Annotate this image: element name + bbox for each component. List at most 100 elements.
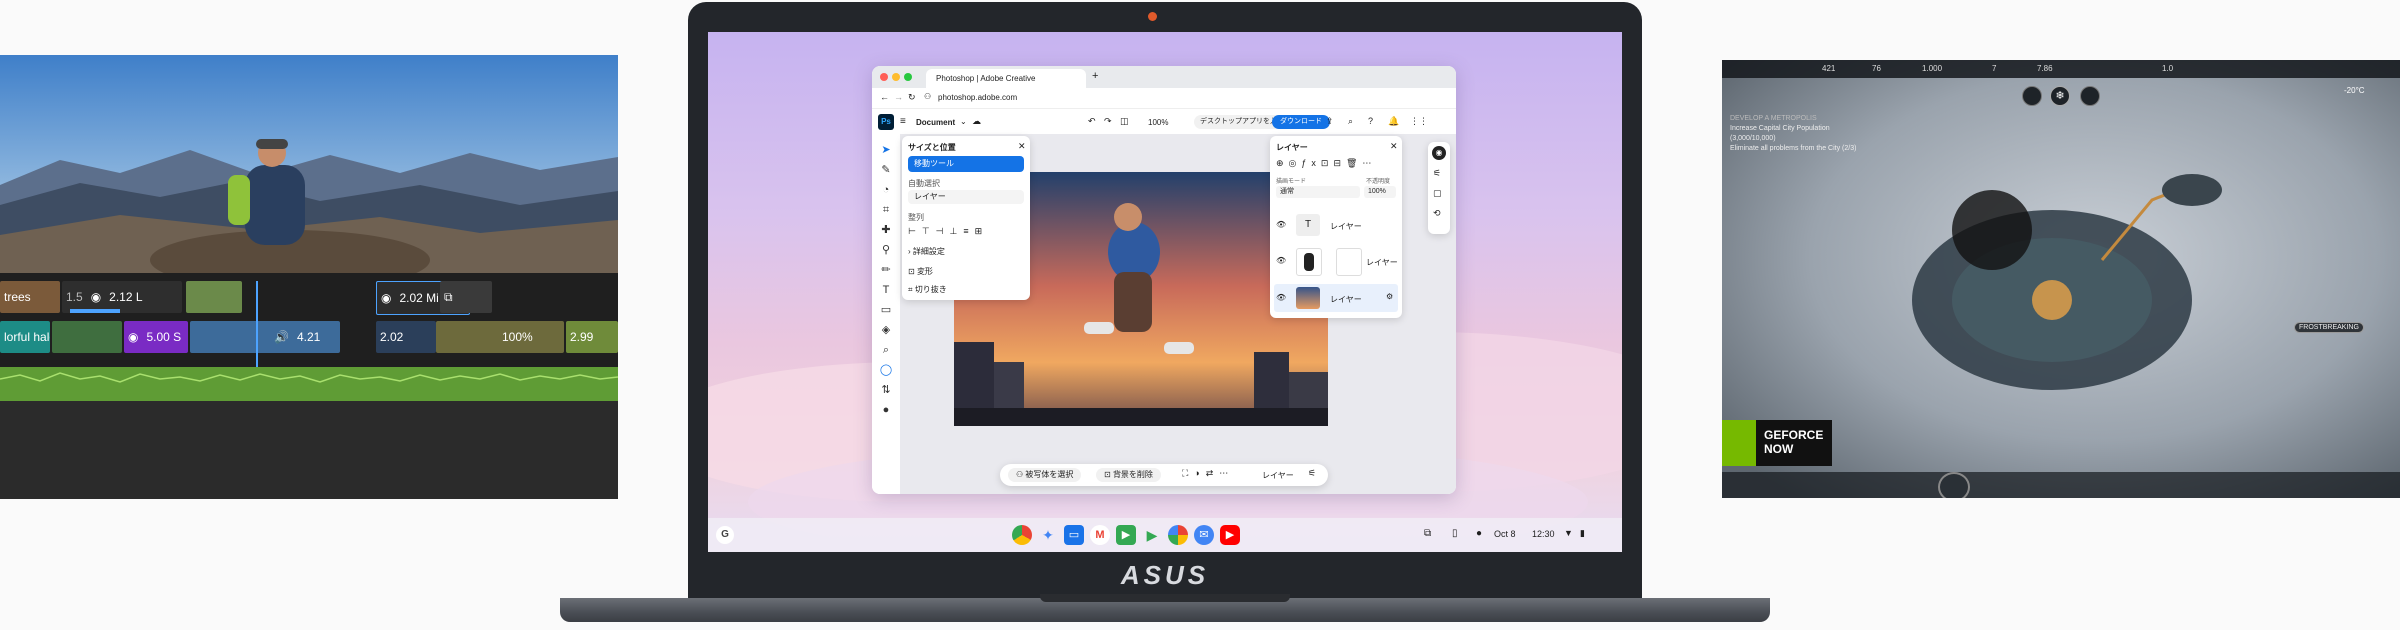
context-actions[interactable]: ⛶◑⇄⋯ <box>1182 468 1234 479</box>
battery-icon[interactable]: ▮ <box>1580 528 1585 539</box>
bell-icon[interactable]: 🔔 <box>1388 116 1399 127</box>
blend-mode-select[interactable]: 通常 <box>1276 186 1360 198</box>
reload-icon[interactable]: ↻ <box>908 92 916 103</box>
search-icon[interactable]: ⌕ <box>1348 116 1353 127</box>
comments-icon[interactable]: ▢ <box>1433 188 1442 199</box>
clip-placeholder[interactable]: ⧉ <box>440 281 492 313</box>
clip-landscape[interactable]: 100% <box>436 321 564 353</box>
crop-item[interactable]: ⌗ 切り抜き <box>908 284 947 295</box>
clip-trees[interactable]: trees <box>0 281 60 313</box>
align-icons[interactable]: ⊢⊤⊣⊥≡⊞ <box>908 226 988 237</box>
visibility-icon-3[interactable]: 👁 <box>1276 293 1286 302</box>
clock[interactable]: 12:30 <box>1532 529 1555 539</box>
speed-icon-game[interactable] <box>2022 86 2042 106</box>
layer-actions[interactable]: ⊕◎ƒx⊡⊟🗑⋯ <box>1276 158 1376 169</box>
clone-icon[interactable]: ⚲ <box>878 242 894 258</box>
clip-halo[interactable]: lorful halo <box>0 321 50 353</box>
quick-select-icon[interactable]: ✎ <box>878 162 894 178</box>
wifi-icon[interactable]: ▼ <box>1564 528 1573 538</box>
zoom-level[interactable]: 100% <box>1148 118 1168 127</box>
download-button[interactable]: ダウンロード <box>1272 115 1330 129</box>
brush-icon[interactable]: ✏ <box>878 262 894 278</box>
apps-grid-icon[interactable]: ⋮⋮ <box>1410 116 1428 127</box>
minimize-window-dot[interactable] <box>892 73 900 81</box>
gemini-icon[interactable]: ✦ <box>1038 525 1058 545</box>
heal-icon[interactable]: ✚ <box>878 222 894 238</box>
chevron-down-icon[interactable]: ⌄ <box>960 117 967 126</box>
site-info-icon[interactable]: ⚇ <box>924 92 931 101</box>
snowflake-icon[interactable]: ❄ <box>2050 86 2070 106</box>
auto-select-dropdown[interactable]: レイヤー <box>908 190 1024 204</box>
layers-toggle-icon[interactable]: ◉ <box>1432 146 1446 160</box>
youtube-icon[interactable]: ▶ <box>1220 525 1240 545</box>
hamburger-icon[interactable]: ≡ <box>900 116 906 127</box>
opacity-select[interactable]: 100% <box>1364 186 1396 198</box>
eyedropper-icon[interactable]: ⌕ <box>878 342 894 358</box>
color-swatch-icon[interactable]: ● <box>878 402 894 418</box>
chromeos-shelf: G ✦ ▭ M ▶ ▶ ✉ ▶ ⧉ ▯ ● Oct 8 12:30 ▼ ▮ <box>708 518 1622 552</box>
crop-icon[interactable]: ⌗ <box>878 202 894 218</box>
clip-night[interactable]: 2.02 <box>376 321 436 353</box>
playhead[interactable] <box>256 281 258 369</box>
photos-icon[interactable] <box>1168 525 1188 545</box>
adjust-icon[interactable]: ◔ <box>878 182 894 198</box>
cloud-icon[interactable]: ☁ <box>972 116 981 127</box>
remove-bg-button[interactable]: ⊡ 背景を削除 <box>1096 468 1161 482</box>
tab-photoshop[interactable]: Photoshop | Adobe Creative <box>926 69 1086 88</box>
frostbreaking-badge[interactable]: FROSTBREAKING <box>2294 322 2364 333</box>
layer-row[interactable]: 👁 T レイヤー <box>1274 212 1398 238</box>
select-subject-button[interactable]: ⚇ 被写体を選択 <box>1008 468 1082 482</box>
layer-row-selected[interactable]: 👁 レイヤー ⚙ <box>1274 284 1398 312</box>
new-tab-button[interactable]: + <box>1092 70 1098 82</box>
transform-item[interactable]: ⊡ 変形 <box>908 266 933 277</box>
share-icon[interactable]: ⇪ <box>1326 116 1334 127</box>
visibility-icon[interactable]: 👁 <box>1276 220 1286 229</box>
properties-icon[interactable]: ⚟ <box>1433 168 1441 179</box>
files-icon[interactable]: ▭ <box>1064 525 1084 545</box>
play-store-icon[interactable]: ▶ <box>1142 525 1162 545</box>
compare-icon[interactable]: ◫ <box>1120 116 1129 127</box>
history-icon[interactable]: ⟲ <box>1433 208 1441 219</box>
maximize-window-dot[interactable] <box>904 73 912 81</box>
clip-end[interactable]: 2.99 <box>566 321 618 353</box>
adjust-sliders-icon[interactable]: ⚟ <box>1308 468 1316 479</box>
document-menu[interactable]: Document <box>916 118 955 127</box>
tote-icon[interactable]: ● <box>1476 528 1482 539</box>
layer-settings-icon[interactable]: ⚙ <box>1386 292 1393 301</box>
clip-forest[interactable] <box>52 321 122 353</box>
shape-icon[interactable]: ▭ <box>878 302 894 318</box>
layer-menu[interactable]: レイヤー <box>1262 470 1294 481</box>
screen-capture-icon[interactable]: ⧉ <box>1424 528 1431 539</box>
redo-icon[interactable]: ↷ <box>1104 116 1112 127</box>
clip-speed[interactable]: ◉ 5.00 S <box>124 321 188 353</box>
messages-icon[interactable]: ✉ <box>1194 525 1214 545</box>
hud-center-dial[interactable] <box>1938 472 1970 498</box>
ellipse-icon[interactable]: ◯ <box>878 362 894 378</box>
phone-hub-icon[interactable]: ▯ <box>1452 528 1458 539</box>
chrome-icon[interactable] <box>1012 525 1032 545</box>
help-icon[interactable]: ? <box>1368 116 1373 126</box>
date[interactable]: Oct 8 <box>1494 529 1516 539</box>
meet-icon[interactable]: ▶ <box>1116 525 1136 545</box>
undo-icon[interactable]: ↶ <box>1088 116 1096 127</box>
visibility-icon-2[interactable]: 👁 <box>1276 256 1286 265</box>
menu-icon-game[interactable] <box>2080 86 2100 106</box>
swap-icon[interactable]: ⇅ <box>878 382 894 398</box>
forward-icon[interactable]: → <box>894 92 903 102</box>
layer-row[interactable]: 👁 レイヤー <box>1274 246 1398 276</box>
move-tool-button[interactable]: 移動ツール <box>908 156 1024 172</box>
close-window-dot[interactable] <box>880 73 888 81</box>
close-icon[interactable]: ✕ <box>1018 141 1026 152</box>
type-icon[interactable]: T <box>878 282 894 298</box>
clip-mountains[interactable]: 🔊 4.21 <box>190 321 340 353</box>
move-tool-icon[interactable]: ➤ <box>878 142 894 158</box>
details-toggle[interactable]: › 詳細設定 <box>908 246 945 257</box>
back-icon[interactable]: ← <box>880 92 889 102</box>
address-input[interactable]: photoshop.adobe.com <box>938 93 1017 102</box>
launcher-button[interactable]: G <box>716 526 734 544</box>
size-position-panel: サイズと位置 ✕ 移動ツール 自動選択 レイヤー 整列 ⊢⊤⊣⊥≡⊞ › 詳細設… <box>902 136 1030 300</box>
close-layers-icon[interactable]: ✕ <box>1390 141 1398 152</box>
gmail-icon[interactable]: M <box>1090 525 1110 545</box>
fill-icon[interactable]: ◈ <box>878 322 894 338</box>
clip-thumb[interactable] <box>186 281 242 313</box>
